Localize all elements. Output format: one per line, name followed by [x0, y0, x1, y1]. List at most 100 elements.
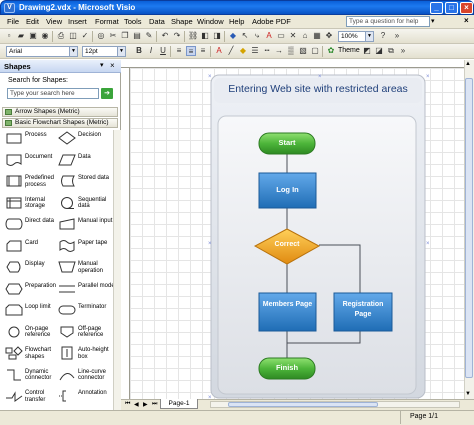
shape-item-off-page-reference[interactable]: Off-page reference — [58, 324, 113, 344]
shape-item-document[interactable]: Document — [5, 152, 60, 172]
shape-item-control-transfer[interactable]: Control transfer — [5, 388, 60, 408]
scroll-down-icon[interactable]: ▼ — [465, 391, 471, 397]
first-page-icon[interactable]: ⏮ — [125, 401, 130, 408]
shape-item-dynamic-connector[interactable]: Dynamic connector — [5, 367, 60, 387]
shape-item-annotation[interactable]: Annotation — [58, 388, 113, 408]
shape-item-predefined-process[interactable]: Predefined process — [5, 173, 60, 193]
next-page-icon[interactable]: ▶ — [143, 401, 148, 408]
shape-item-paper-tape[interactable]: Paper tape — [58, 238, 113, 258]
shape-item-terminator[interactable]: Terminator — [58, 302, 113, 322]
menu-shape[interactable]: Shape — [171, 17, 193, 26]
connection-point-icon[interactable]: ✕ — [288, 31, 298, 41]
shape-item-parallel-mode[interactable]: Parallel mode — [58, 281, 115, 301]
cut-icon[interactable]: ✂ — [108, 31, 118, 41]
shape-item-manual-operation[interactable]: Manual operation — [58, 259, 113, 279]
align-right-icon[interactable]: ≡ — [198, 46, 208, 56]
pane-close-icon[interactable]: × — [110, 61, 115, 70]
font-size-select[interactable]: 12pt ▼ — [82, 46, 126, 57]
fill-color-icon[interactable]: ◆ — [238, 46, 248, 56]
new-icon[interactable]: ▫ — [4, 31, 14, 41]
hyperlink-icon[interactable]: ⛓ — [188, 31, 198, 41]
copy-icon[interactable]: ❐ — [120, 31, 130, 41]
shape-item-direct-data[interactable]: Direct data — [5, 216, 60, 236]
shape-item-manual-input[interactable]: Manual input — [58, 216, 113, 236]
toolbar-options-icon[interactable]: » — [392, 31, 402, 41]
corner-rounding-icon[interactable]: ▢ — [310, 46, 320, 56]
research-icon[interactable]: ◎ — [96, 31, 106, 41]
font-name-select[interactable]: Arial ▼ — [6, 46, 78, 57]
pan-zoom-icon[interactable]: ◨ — [212, 31, 222, 41]
theme-label[interactable]: Theme — [338, 47, 360, 54]
shape-explorer-icon[interactable]: ▦ — [312, 31, 322, 41]
shape-item-decision[interactable]: Decision — [58, 130, 113, 150]
align-center-icon[interactable]: ≡ — [186, 46, 196, 56]
shape-item-auto-height-box[interactable]: Auto-height box — [58, 345, 113, 365]
format-painter-icon[interactable]: ✎ — [144, 31, 154, 41]
maximize-button[interactable]: □ — [445, 2, 458, 14]
send-backward-icon[interactable]: ◪ — [374, 46, 384, 56]
page-tab[interactable]: Page-1 — [160, 399, 198, 409]
underline-icon[interactable]: U — [158, 46, 168, 56]
zoom-select[interactable]: 100% ▼ — [338, 31, 374, 42]
line-ends-icon[interactable]: → — [274, 46, 284, 56]
help-dropdown-icon[interactable]: ▾ — [431, 17, 435, 25]
connector-tool-icon[interactable]: ⤷ — [252, 31, 262, 41]
drawing-canvas[interactable]: × × × × × × Entering Web site with restr… — [130, 68, 464, 399]
menu-adobe-pdf[interactable]: Adobe PDF — [252, 17, 291, 26]
text-tool-icon[interactable]: A — [264, 31, 274, 41]
help-icon[interactable]: ? — [378, 31, 388, 41]
paste-icon[interactable]: ▤ — [132, 31, 142, 41]
shape-item-on-page-reference[interactable]: On-page reference — [5, 324, 60, 344]
fill-pattern-icon[interactable]: ▒ — [286, 46, 296, 56]
stencil-basic-flowchart[interactable]: Basic Flowchart Shapes (Metric) — [2, 118, 118, 128]
menu-view[interactable]: View — [46, 17, 62, 26]
line-pattern-icon[interactable]: ┅ — [262, 46, 272, 56]
last-page-icon[interactable]: ⏭ — [152, 401, 157, 408]
search-go-icon[interactable]: ➔ — [101, 88, 113, 99]
pan-icon[interactable]: ✥ — [324, 31, 334, 41]
group-icon[interactable]: ⧉ — [386, 46, 396, 56]
stencil-arrow-shapes[interactable]: Arrow Shapes (Metric) — [2, 107, 118, 117]
shape-item-line-curve-connector[interactable]: Line-curve connector — [58, 367, 113, 387]
pane-menu-icon[interactable]: ▾ — [100, 61, 104, 69]
prev-page-icon[interactable]: ◀ — [134, 401, 139, 408]
shape-item-internal-storage[interactable]: Internal storage — [5, 195, 60, 215]
horizontal-scroll-thumb[interactable] — [228, 402, 378, 407]
spelling-icon[interactable]: ✓ — [80, 31, 90, 41]
shape-item-loop-limit[interactable]: Loop limit — [5, 302, 60, 322]
shapes-pane-scrollbar[interactable] — [113, 130, 121, 420]
shape-item-data[interactable]: Data — [58, 152, 113, 172]
font-color-icon[interactable]: A — [214, 46, 224, 56]
diagram-title[interactable]: Entering Web site with restricted areas — [214, 83, 422, 95]
menu-tools[interactable]: Tools — [124, 17, 142, 26]
menu-file[interactable]: File — [7, 17, 19, 26]
align-left-icon[interactable]: ≡ — [174, 46, 184, 56]
shapes-window-icon[interactable]: ◧ — [200, 31, 210, 41]
stamp-tool-icon[interactable]: ⌂ — [300, 31, 310, 41]
menu-window[interactable]: Window — [197, 17, 224, 26]
theme-colors-icon[interactable]: ◆ — [228, 31, 238, 41]
menu-data[interactable]: Data — [149, 17, 165, 26]
toolbar-options-2-icon[interactable]: » — [398, 46, 408, 56]
menu-insert[interactable]: Insert — [68, 17, 87, 26]
bold-icon[interactable]: B — [134, 46, 144, 56]
menu-edit[interactable]: Edit — [26, 17, 39, 26]
shape-item-flowchart-shapes[interactable]: Flowchart shapes — [5, 345, 60, 365]
menu-format[interactable]: Format — [95, 17, 119, 26]
help-search-input[interactable]: Type a question for help — [346, 16, 430, 27]
shape-item-card[interactable]: Card — [5, 238, 60, 258]
permission-icon[interactable]: ◉ — [40, 31, 50, 41]
shape-item-stored-data[interactable]: Stored data — [58, 173, 113, 193]
open-folder-icon[interactable]: ▰ — [16, 31, 26, 41]
document-close-icon[interactable]: × — [464, 16, 469, 25]
italic-icon[interactable]: I — [146, 46, 156, 56]
shadow-color-icon[interactable]: ▧ — [298, 46, 308, 56]
shape-search-input[interactable]: Type your search here — [7, 88, 99, 99]
redo-icon[interactable]: ↷ — [172, 31, 182, 41]
shape-item-process[interactable]: Process — [5, 130, 60, 150]
undo-icon[interactable]: ↶ — [160, 31, 170, 41]
print-icon[interactable]: ⎙ — [56, 31, 66, 41]
menu-help[interactable]: Help — [229, 17, 244, 26]
shape-item-sequential-data[interactable]: Sequential data — [58, 195, 113, 215]
line-color-icon[interactable]: ╱ — [226, 46, 236, 56]
